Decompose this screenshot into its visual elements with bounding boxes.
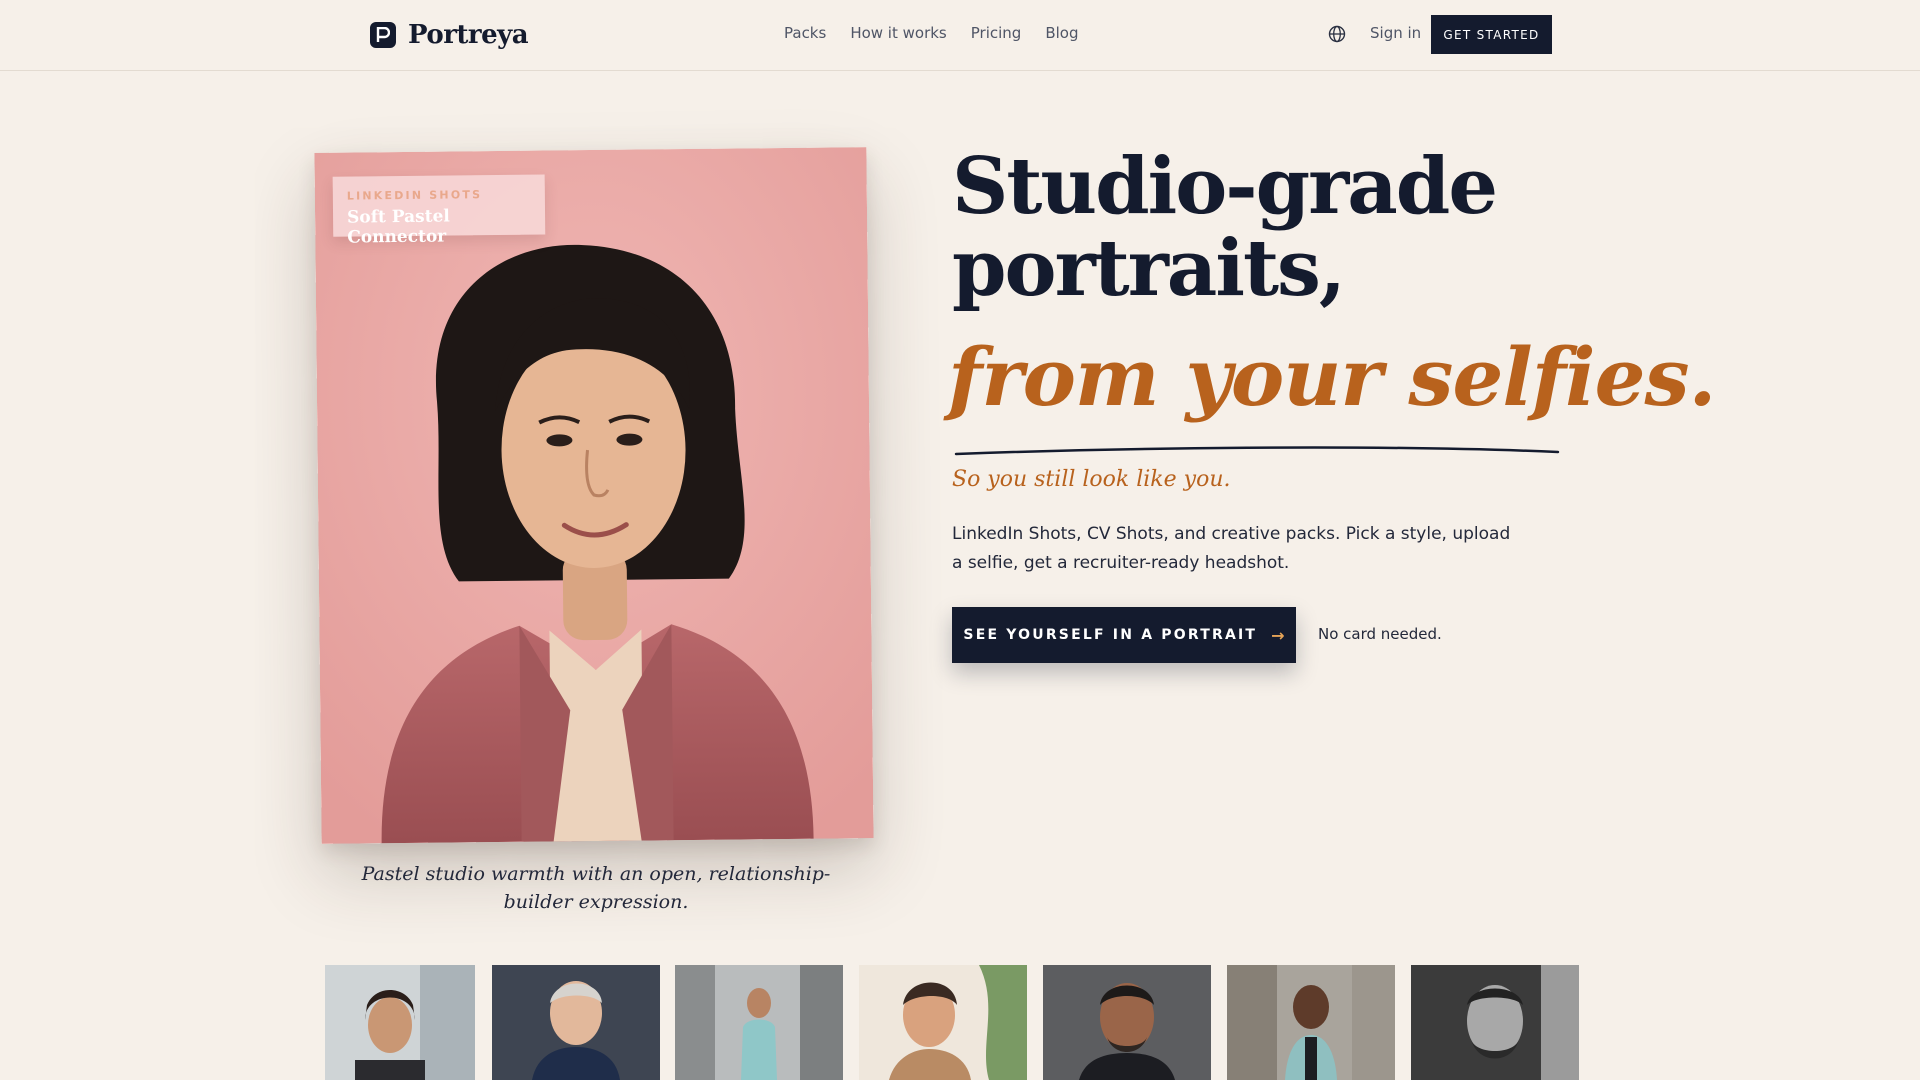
cta-label: SEE YOURSELF IN A PORTRAIT <box>963 627 1258 643</box>
gallery-thumb[interactable] <box>492 965 660 1080</box>
gallery-thumb[interactable] <box>325 965 475 1080</box>
arrow-right-icon: → <box>1271 625 1285 645</box>
nav-link-how-it-works[interactable]: How it works <box>850 24 946 42</box>
top-navigation: Portreya Packs How it works Pricing Blog… <box>0 0 1920 71</box>
hero-headline-accent: from your selfies. <box>948 330 1716 424</box>
hero-portrait-card: LINKEDIN SHOTS Soft Pastel Connector <box>314 147 874 844</box>
style-tag-title: Soft Pastel Connector <box>346 206 450 248</box>
no-card-note: No card needed. <box>1318 625 1442 643</box>
gallery-thumb[interactable] <box>675 965 843 1080</box>
logo-mark-icon <box>370 22 396 48</box>
portrait-caption: Pastel studio warmth with an open, relat… <box>361 863 831 913</box>
brand-name: Portreya <box>408 20 529 50</box>
nav-link-packs[interactable]: Packs <box>784 24 826 42</box>
gallery-thumb[interactable] <box>859 965 1027 1080</box>
portrait-image <box>314 147 874 844</box>
gallery-thumb[interactable] <box>1227 965 1395 1080</box>
sign-in-link[interactable]: Sign in <box>1370 24 1421 42</box>
underline-swash <box>954 446 1560 456</box>
see-yourself-button[interactable]: SEE YOURSELF IN A PORTRAIT → <box>952 607 1296 663</box>
nav-links: Packs How it works Pricing Blog <box>784 24 1078 42</box>
hero-headline: Studio-grade portraits, <box>952 141 1498 314</box>
globe-icon[interactable] <box>1328 25 1346 43</box>
portrait-gallery-strip <box>0 965 1920 1080</box>
style-tag: LINKEDIN SHOTS Soft Pastel Connector <box>332 174 546 248</box>
hero-tagline: So you still look like you. <box>952 467 1231 492</box>
nav-link-pricing[interactable]: Pricing <box>971 24 1022 42</box>
hero-lead: LinkedIn Shots, CV Shots, and creative p… <box>952 524 1511 573</box>
brand-logo[interactable]: Portreya <box>370 20 529 50</box>
gallery-thumb[interactable] <box>1043 965 1211 1080</box>
style-tag-category: LINKEDIN SHOTS <box>346 188 483 203</box>
nav-link-blog[interactable]: Blog <box>1045 24 1078 42</box>
gallery-thumb[interactable] <box>1411 965 1579 1080</box>
get-started-button[interactable]: GET STARTED <box>1431 15 1552 54</box>
